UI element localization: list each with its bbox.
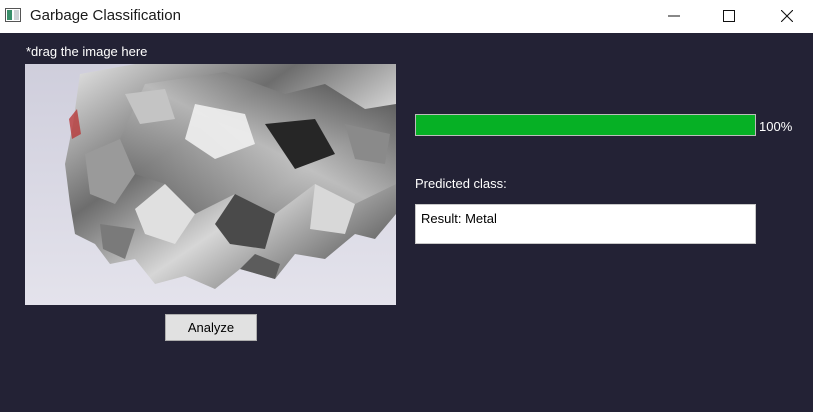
window-title: Garbage Classification <box>30 7 181 24</box>
minimize-button[interactable] <box>651 0 697 33</box>
progress-fill <box>416 115 755 135</box>
app-window-icon <box>5 8 21 22</box>
minimize-icon <box>668 15 680 17</box>
result-field[interactable]: Result: Metal <box>415 204 756 244</box>
title-bar[interactable]: Garbage Classification <box>0 0 813 33</box>
image-drop-area[interactable] <box>25 64 396 305</box>
close-icon <box>781 10 793 22</box>
progress-percent-label: 100% <box>759 119 793 134</box>
maximize-icon <box>723 10 735 22</box>
foil-image <box>25 64 396 305</box>
drag-hint-label: *drag the image here <box>26 44 148 59</box>
app-window: Garbage Classification *drag the image h… <box>0 0 813 412</box>
analyze-button[interactable]: Analyze <box>165 314 257 341</box>
maximize-button[interactable] <box>706 0 752 33</box>
progress-bar <box>415 114 756 136</box>
close-button[interactable] <box>764 0 810 33</box>
predicted-class-label: Predicted class: <box>415 176 507 191</box>
